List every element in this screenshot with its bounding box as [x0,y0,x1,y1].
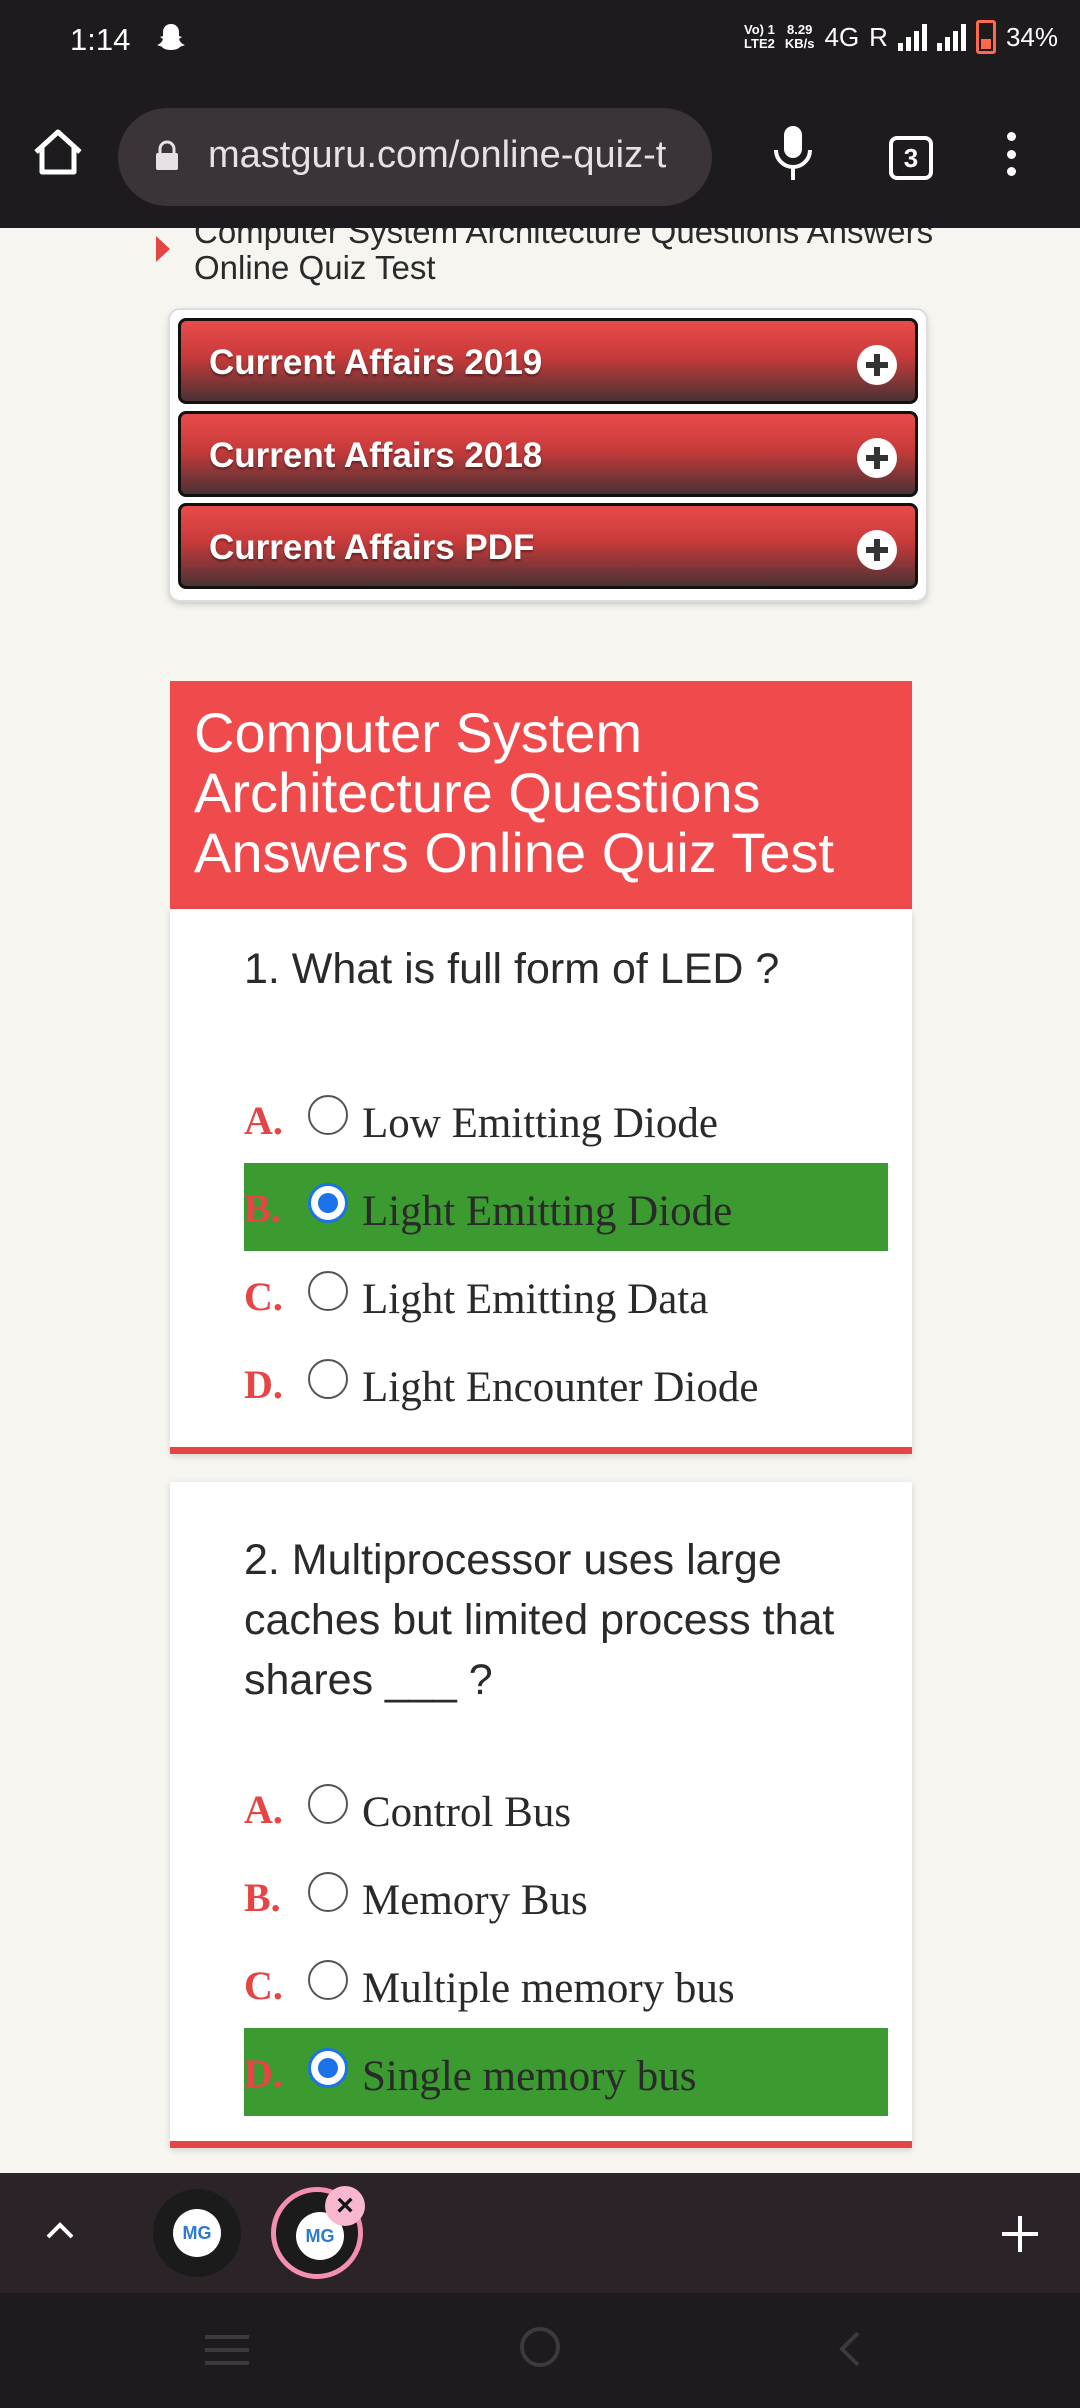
browser-toolbar: mastguru.com/online-quiz-t 3 [0,80,1080,228]
option-c[interactable]: C. Multiple memory bus [244,1940,888,2028]
status-time: 1:14 [70,22,131,57]
page-content: Computer System Architecture Questions A… [0,228,1080,2173]
close-tab-icon[interactable]: × [325,2186,365,2226]
question-card-1: 1. What is full form of LED ? A. Low Emi… [170,909,912,1454]
bullet-icon [156,236,170,262]
option-letter: D. [244,2051,283,2096]
accordion-item-current-affairs-2019[interactable]: Current Affairs 2019 [178,318,918,404]
related-link[interactable]: Computer System Architecture Questions A… [194,228,954,286]
volte-indicator: Vo) 1 LTE2 [744,22,775,51]
accordion-label: Current Affairs PDF [209,528,535,567]
accordion-item-current-affairs-2018[interactable]: Current Affairs 2018 [178,411,918,497]
recent-apps-icon[interactable] [205,2335,249,2365]
network-type: 4G [824,21,860,52]
option-text: Light Encounter Diode [362,1364,759,1411]
plus-icon[interactable] [857,345,897,385]
option-b[interactable]: B. Memory Bus [244,1852,888,1940]
back-icon[interactable] [830,2329,870,2369]
radio-button[interactable] [308,1359,348,1399]
option-letter: A. [244,1787,283,1832]
option-a[interactable]: A. Low Emitting Diode [244,1075,888,1163]
accordion-label: Current Affairs 2019 [209,343,543,382]
option-letter: C. [244,1963,283,2008]
network-speed: 8.29 KB/s [784,22,815,51]
home-nav-icon[interactable] [520,2327,560,2367]
option-text: Multiple memory bus [362,1965,735,2012]
plus-icon[interactable] [857,438,897,478]
roaming-indicator: R [869,21,888,52]
add-tab-icon[interactable] [996,2210,1044,2258]
option-d[interactable]: D. Light Encounter Diode [244,1339,888,1427]
battery-percent: 34% [1005,21,1058,52]
snapchat-icon [157,24,185,50]
radio-button[interactable] [308,1872,348,1912]
question-text: 1. What is full form of LED ? [244,945,780,993]
mastguru-favicon: MG [173,2209,221,2257]
option-text: Light Emitting Data [362,1276,709,1323]
option-c[interactable]: C. Light Emitting Data [244,1251,888,1339]
url-text[interactable]: mastguru.com/online-quiz-t [208,134,666,177]
option-d[interactable]: D. Single memory bus [244,2028,888,2116]
accordion-item-current-affairs-pdf[interactable]: Current Affairs PDF [178,503,918,589]
radio-button[interactable] [308,1784,348,1824]
option-text: Low Emitting Diode [362,1100,718,1147]
plus-icon[interactable] [857,530,897,570]
option-text: Light Emitting Diode [362,1188,733,1235]
accordion-label: Current Affairs 2018 [209,436,543,475]
option-letter: B. [244,1875,281,1920]
option-text: Single memory bus [362,2053,697,2100]
radio-button[interactable] [308,1271,348,1311]
status-bar: 1:14 Vo) 1 LTE2 8.29 KB/s 4G R 34% [0,0,1080,80]
option-letter: B. [244,1186,281,1231]
quiz-title: Computer System Architecture Questions A… [194,701,835,884]
system-nav-bar [0,2293,1080,2408]
question-card-2: 2. Multiprocessor uses large caches but … [170,1482,912,2148]
radio-button-selected[interactable] [308,1183,348,1223]
signal-icon [897,23,927,51]
status-indicators: Vo) 1 LTE2 8.29 KB/s 4G R 34% [744,20,1058,54]
microphone-icon[interactable] [770,124,816,182]
tab-thumbnail[interactable]: MG [153,2189,241,2277]
radio-button-selected[interactable] [308,2048,348,2088]
address-bar[interactable]: mastguru.com/online-quiz-t [118,108,712,206]
tab-switcher-button[interactable]: 3 [889,136,933,180]
signal-icon [936,23,966,51]
option-letter: C. [244,1274,283,1319]
radio-button[interactable] [308,1095,348,1135]
option-letter: D. [244,1362,283,1407]
accordion-container: Current Affairs 2019 Current Affairs 201… [170,310,926,600]
home-icon[interactable] [30,124,86,180]
lock-icon [156,140,178,170]
option-b[interactable]: B. Light Emitting Diode [244,1163,888,1251]
chevron-up-icon[interactable] [44,2215,76,2247]
option-text: Memory Bus [362,1877,588,1924]
tab-strip: MG MG [0,2173,1080,2293]
question-text: 2. Multiprocessor uses large caches but … [244,1536,835,1704]
option-a[interactable]: A. Control Bus [244,1764,888,1852]
battery-icon [975,20,996,54]
menu-icon[interactable] [1000,132,1022,176]
option-letter: A. [244,1098,283,1143]
quiz-header: Computer System Architecture Questions A… [170,681,912,909]
radio-button[interactable] [308,1960,348,2000]
option-text: Control Bus [362,1789,572,1836]
